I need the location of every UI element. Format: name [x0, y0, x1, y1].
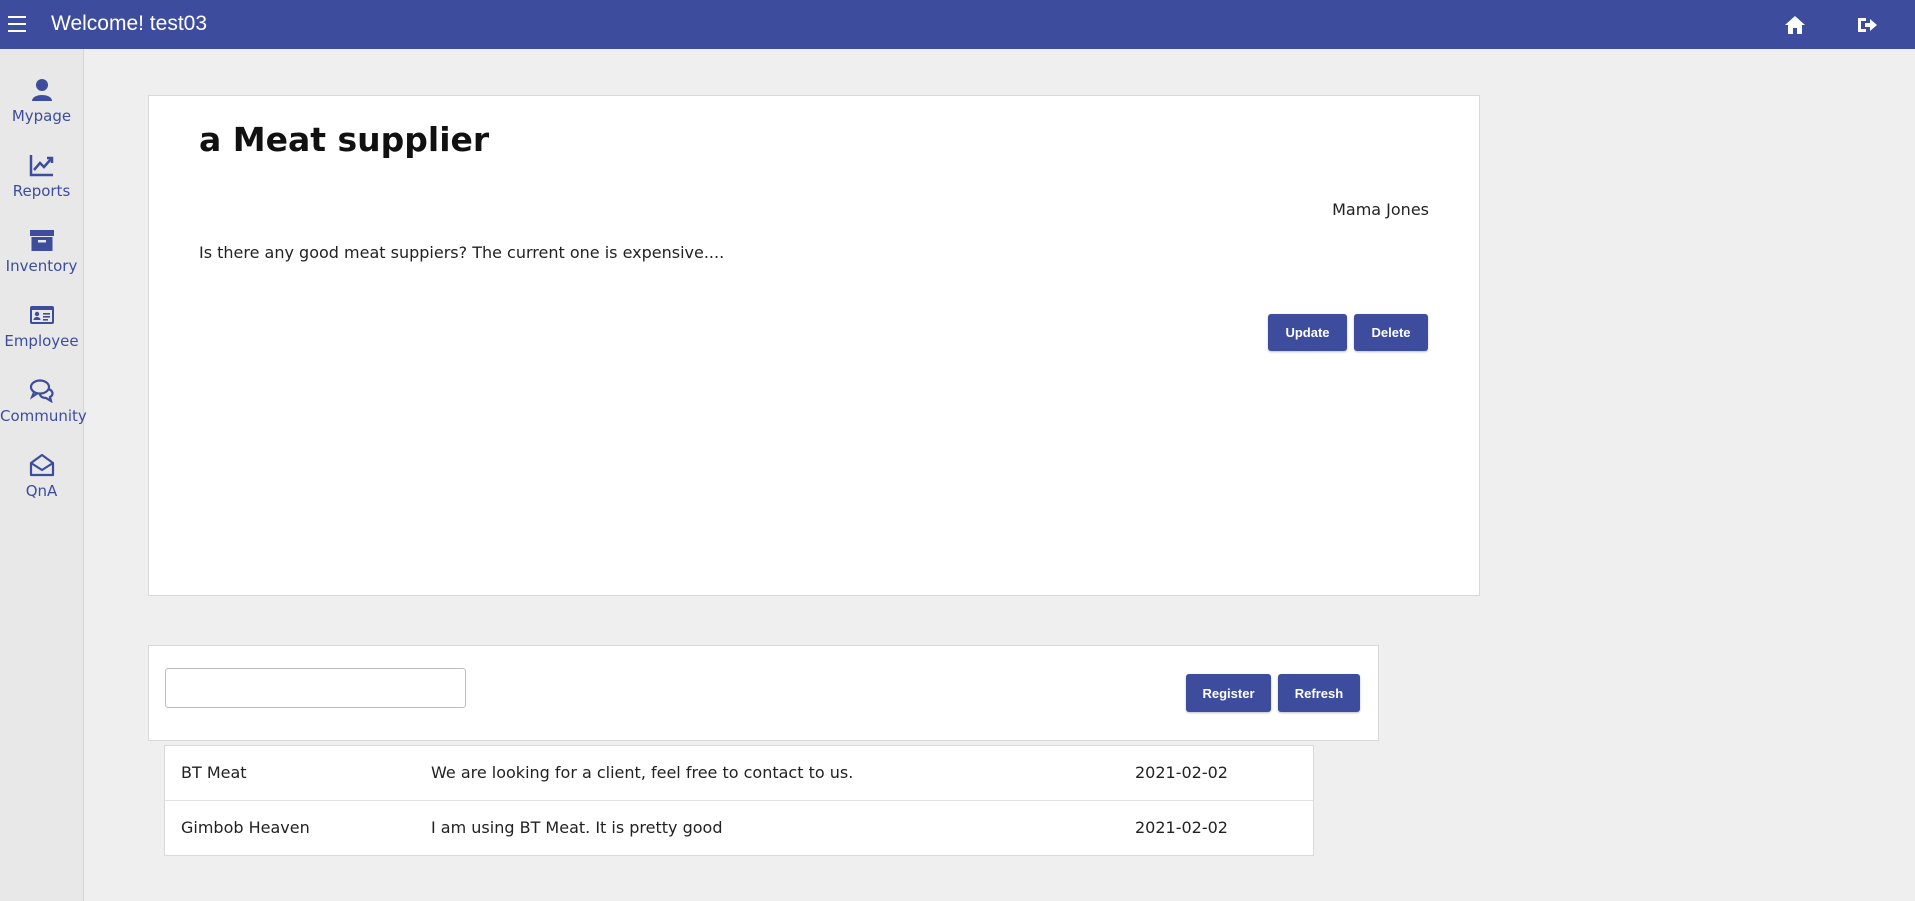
comment-form: Register Refresh [148, 645, 1379, 741]
sidebar-item-employee[interactable]: Employee [0, 302, 83, 368]
chat-bubbles-icon [29, 377, 55, 404]
sidebar-item-label: Inventory [5, 257, 78, 275]
register-button[interactable]: Register [1186, 674, 1271, 712]
sidebar-item-qna[interactable]: QnA [0, 452, 83, 518]
sidebar-item-reports[interactable]: Reports [0, 152, 83, 218]
home-icon[interactable] [1783, 13, 1807, 37]
table-row: Gimbob Heaven I am using BT Meat. It is … [165, 801, 1313, 855]
archive-box-icon [29, 227, 55, 253]
comment-list: BT Meat We are looking for a client, fee… [164, 745, 1314, 856]
delete-button[interactable]: Delete [1354, 314, 1428, 351]
post-title: a Meat supplier [199, 120, 490, 159]
chart-line-icon [29, 152, 55, 178]
sidebar-item-label: Reports [12, 182, 71, 200]
sidebar-item-label: Community [0, 407, 87, 425]
comment-input[interactable] [165, 668, 466, 708]
user-icon [29, 77, 55, 103]
comment-date: 2021-02-02 [1135, 763, 1228, 782]
comment-author: Gimbob Heaven [181, 818, 310, 837]
update-button[interactable]: Update [1268, 314, 1347, 351]
top-bar: Welcome! test03 [0, 0, 1915, 49]
comment-text: We are looking for a client, feel free t… [431, 763, 854, 782]
envelope-open-icon [29, 452, 55, 478]
comment-date: 2021-02-02 [1135, 818, 1228, 837]
sidebar-item-label: QnA [25, 482, 58, 500]
welcome-title: Welcome! test03 [51, 12, 208, 35]
sidebar-item-mypage[interactable]: Mypage [0, 77, 83, 143]
hamburger-icon[interactable] [8, 14, 26, 34]
comment-text: I am using BT Meat. It is pretty good [431, 818, 723, 837]
id-card-icon [29, 302, 55, 328]
sidebar-item-label: Employee [4, 332, 79, 350]
refresh-button[interactable]: Refresh [1278, 674, 1360, 712]
post-body: Is there any good meat suppiers? The cur… [199, 243, 725, 262]
logout-icon[interactable] [1855, 13, 1879, 37]
comment-author: BT Meat [181, 763, 247, 782]
table-row: BT Meat We are looking for a client, fee… [165, 746, 1313, 801]
sidebar-item-inventory[interactable]: Inventory [0, 227, 83, 293]
sidebar-item-label: Mypage [11, 107, 72, 125]
sidebar: Mypage Reports Inventory Employee Commun… [0, 49, 87, 901]
post-author: Mama Jones [1332, 200, 1429, 219]
post-card: a Meat supplier Mama Jones Is there any … [148, 95, 1480, 596]
sidebar-item-community[interactable]: Community [0, 377, 87, 443]
